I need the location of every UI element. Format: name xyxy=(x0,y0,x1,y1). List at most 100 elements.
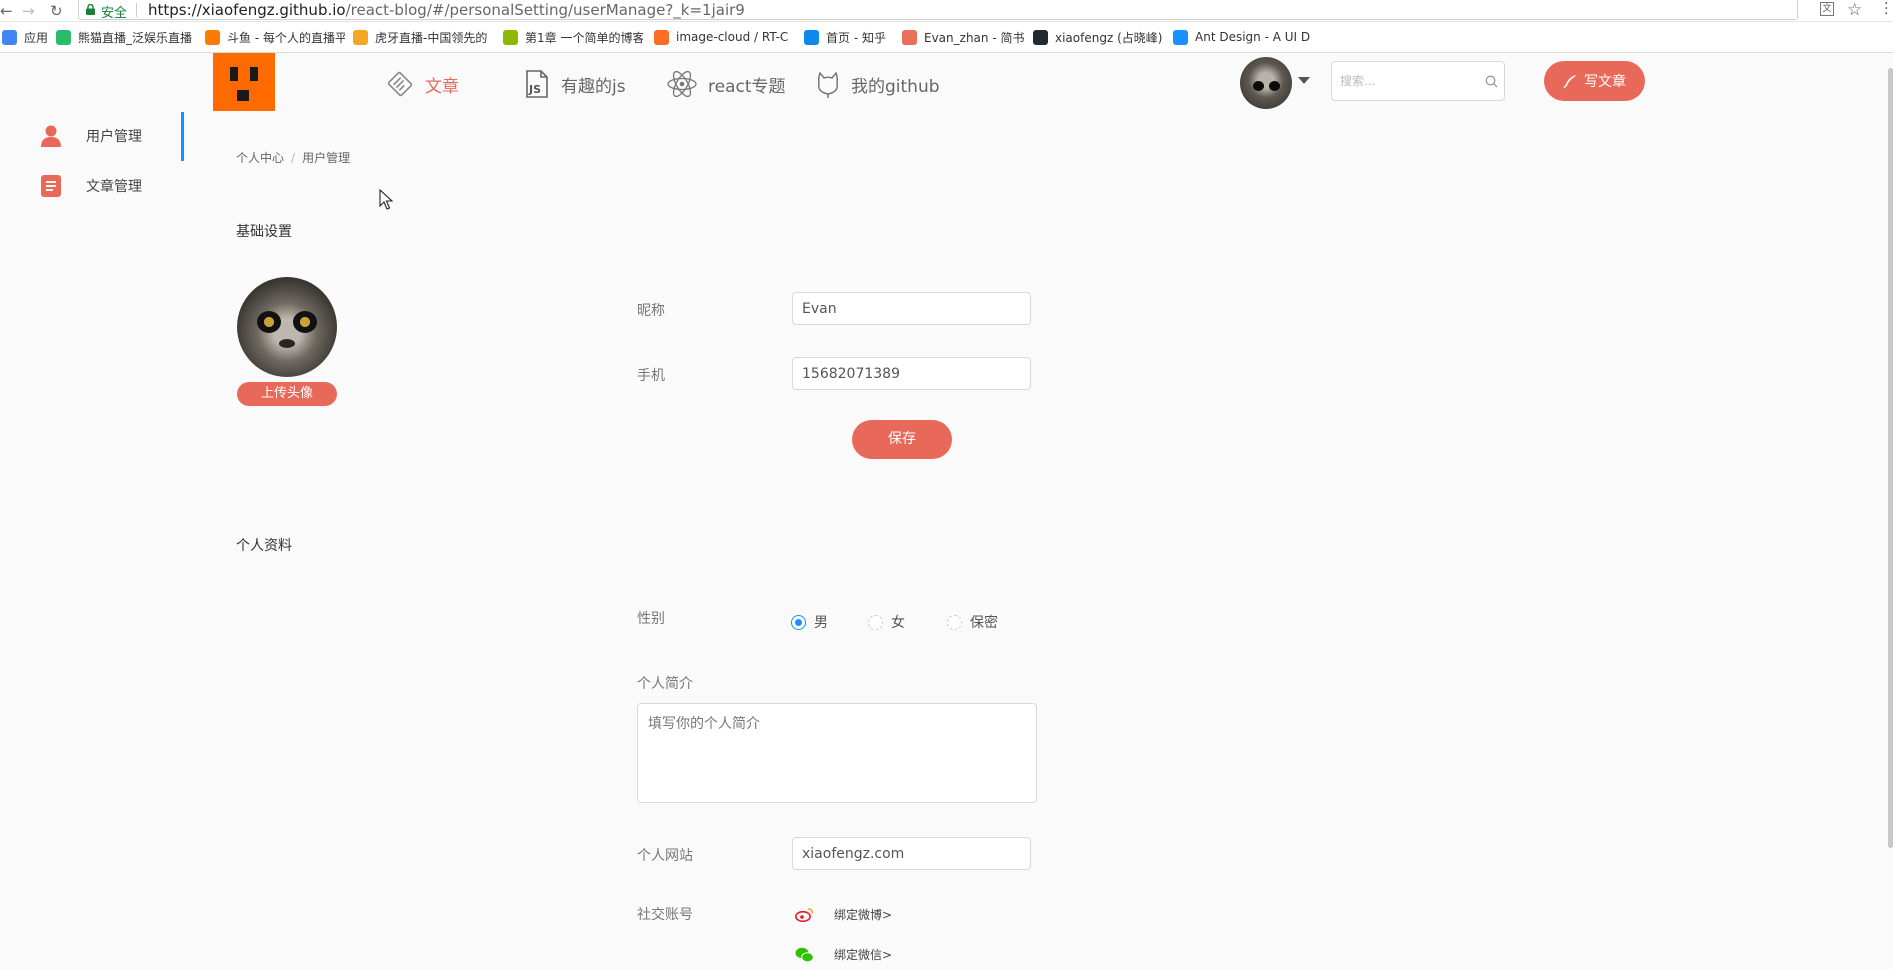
search-input[interactable] xyxy=(1332,62,1482,100)
js-icon: JS xyxy=(526,70,548,98)
nickname-input[interactable] xyxy=(792,292,1031,325)
write-article-button[interactable]: 写文章 xyxy=(1544,61,1645,101)
bind-wechat-link[interactable]: 绑定微信> xyxy=(795,946,892,963)
url-text[interactable]: https://xiaofengz.github.io/react-blog/#… xyxy=(148,1,745,19)
bookmark-favicon-icon xyxy=(654,29,669,45)
bookmark-item[interactable]: 应用 xyxy=(2,28,48,46)
sidebar: 用户管理 文章管理 xyxy=(0,112,185,212)
nav-label: 有趣的js xyxy=(561,76,626,97)
bookmark-favicon-icon xyxy=(804,29,819,45)
breadcrumb-separator: / xyxy=(291,151,296,165)
bookmark-label: Evan_zhan - 简书 xyxy=(924,30,1025,45)
article-icon xyxy=(387,71,413,97)
gender-label: 性别 xyxy=(637,611,665,627)
react-icon xyxy=(667,70,697,98)
breadcrumb-personal-center[interactable]: 个人中心 xyxy=(236,151,284,165)
nav-fun-js[interactable]: JS 有趣的js xyxy=(523,67,626,101)
website-input[interactable] xyxy=(792,837,1031,870)
bookmark-item[interactable]: Ant Design - A UI D xyxy=(1173,28,1310,46)
nav-github[interactable]: 我的github xyxy=(815,67,940,101)
bookmark-favicon-icon xyxy=(1033,29,1048,45)
forward-icon[interactable]: → xyxy=(22,2,35,20)
nav-label: react专题 xyxy=(708,76,786,97)
nickname-label: 昵称 xyxy=(637,303,665,319)
nav-articles[interactable]: 文章 xyxy=(385,67,459,101)
bookmark-item[interactable]: 第1章 一个简单的博客 xyxy=(503,28,643,46)
bind-weibo-link[interactable]: 绑定微博> xyxy=(795,906,892,923)
bookmark-item[interactable]: xiaofengz (占晓峰) xyxy=(1033,28,1162,46)
radio-unchecked-icon xyxy=(868,614,883,630)
browser-address-bar: ← → ↻ 安全 https://xiaofengz.github.io/rea… xyxy=(0,0,1893,22)
translate-icon[interactable]: 文 xyxy=(1820,2,1834,16)
bookmark-item[interactable]: 熊猫直播_泛娱乐直播 xyxy=(56,28,192,46)
feather-icon xyxy=(1563,74,1577,88)
bookmark-label: 斗鱼 - 每个人的直播平 xyxy=(227,30,345,45)
search-icon[interactable] xyxy=(1485,75,1498,88)
gender-option-female[interactable]: 女 xyxy=(868,612,905,632)
bookmark-favicon-icon xyxy=(503,29,518,45)
avatar-cat-eye xyxy=(257,311,281,333)
bind-wechat-label: 绑定微信> xyxy=(834,948,893,962)
avatar-cat-nose xyxy=(279,339,295,348)
upload-avatar-button[interactable]: 上传头像 xyxy=(237,382,337,406)
write-article-label: 写文章 xyxy=(1584,74,1626,90)
logo-eye xyxy=(230,67,238,81)
caret-down-icon[interactable] xyxy=(1298,77,1310,84)
nav-label: 文章 xyxy=(425,76,459,97)
breadcrumb-user-management: 用户管理 xyxy=(302,151,351,165)
bookmark-item[interactable]: 斗鱼 - 每个人的直播平 xyxy=(205,28,345,46)
social-accounts-label: 社交账号 xyxy=(637,907,693,923)
avatar-cat-eye xyxy=(293,311,317,333)
bookmark-label: 熊猫直播_泛娱乐直播 xyxy=(78,30,193,45)
save-button[interactable]: 保存 xyxy=(852,420,952,459)
sidebar-item-user-management[interactable]: 用户管理 xyxy=(38,123,142,149)
logo-eye xyxy=(250,67,258,81)
page-scrollbar[interactable] xyxy=(1888,68,1893,848)
radio-label: 保密 xyxy=(970,615,998,631)
bookmark-label: xiaofengz (占晓峰) xyxy=(1055,30,1163,45)
url-path: /react-blog/#/personalSetting/userManage… xyxy=(345,1,745,19)
site-logo[interactable] xyxy=(213,53,275,111)
sidebar-item-article-management[interactable]: 文章管理 xyxy=(38,173,142,199)
browser-menu-icon[interactable]: · · · xyxy=(1884,0,1888,21)
document-icon xyxy=(38,174,64,198)
bookmark-item[interactable]: 虎牙直播-中国领先的 xyxy=(353,28,487,46)
phone-input[interactable] xyxy=(792,357,1031,390)
bookmark-label: 虎牙直播-中国领先的 xyxy=(375,30,488,45)
bookmark-label: 第1章 一个简单的博客 xyxy=(525,30,643,45)
bookmark-item[interactable]: image-cloud / RT-C xyxy=(654,28,788,46)
gender-option-secret[interactable]: 保密 xyxy=(947,612,998,632)
bookmark-favicon-icon xyxy=(353,29,368,45)
mouse-cursor-icon xyxy=(379,189,393,210)
bookmark-favicon-icon xyxy=(2,29,17,45)
bookmark-favicon-icon xyxy=(1173,29,1188,45)
reload-icon[interactable]: ↻ xyxy=(50,2,63,20)
bookmark-favicon-icon xyxy=(205,29,220,45)
sidebar-item-label: 文章管理 xyxy=(86,179,142,195)
back-icon[interactable]: ← xyxy=(0,2,13,20)
user-avatar[interactable] xyxy=(1240,57,1292,109)
website-label: 个人网站 xyxy=(637,848,693,864)
wechat-icon xyxy=(795,947,814,962)
bind-weibo-label: 绑定微博> xyxy=(834,908,893,922)
sidebar-item-label: 用户管理 xyxy=(86,129,142,145)
gender-option-male[interactable]: 男 xyxy=(791,612,828,632)
bookmark-item[interactable]: 首页 - 知乎 xyxy=(804,28,886,46)
radio-unchecked-icon xyxy=(947,614,962,630)
profile-avatar xyxy=(237,277,337,377)
bio-textarea[interactable] xyxy=(637,703,1037,803)
bookmark-favicon-icon xyxy=(56,29,71,45)
bookmark-star-icon[interactable]: ☆ xyxy=(1847,0,1862,20)
bookmark-label: image-cloud / RT-C xyxy=(676,30,789,44)
bio-label: 个人简介 xyxy=(637,676,693,692)
bookmark-item[interactable]: Evan_zhan - 简书 xyxy=(902,28,1024,46)
weibo-icon xyxy=(795,908,814,922)
url-divider xyxy=(136,3,137,17)
url-host: https://xiaofengz.github.io xyxy=(148,1,346,19)
app-header: 文章 JS 有趣的js react专题 我的github 写文章 xyxy=(0,53,1893,115)
bookmark-label: 首页 - 知乎 xyxy=(826,30,886,45)
bookmark-label: Ant Design - A UI D xyxy=(1195,30,1311,44)
basic-settings-title: 基础设置 xyxy=(236,224,292,240)
bookmark-favicon-icon xyxy=(902,29,917,45)
nav-react[interactable]: react专题 xyxy=(666,67,786,101)
